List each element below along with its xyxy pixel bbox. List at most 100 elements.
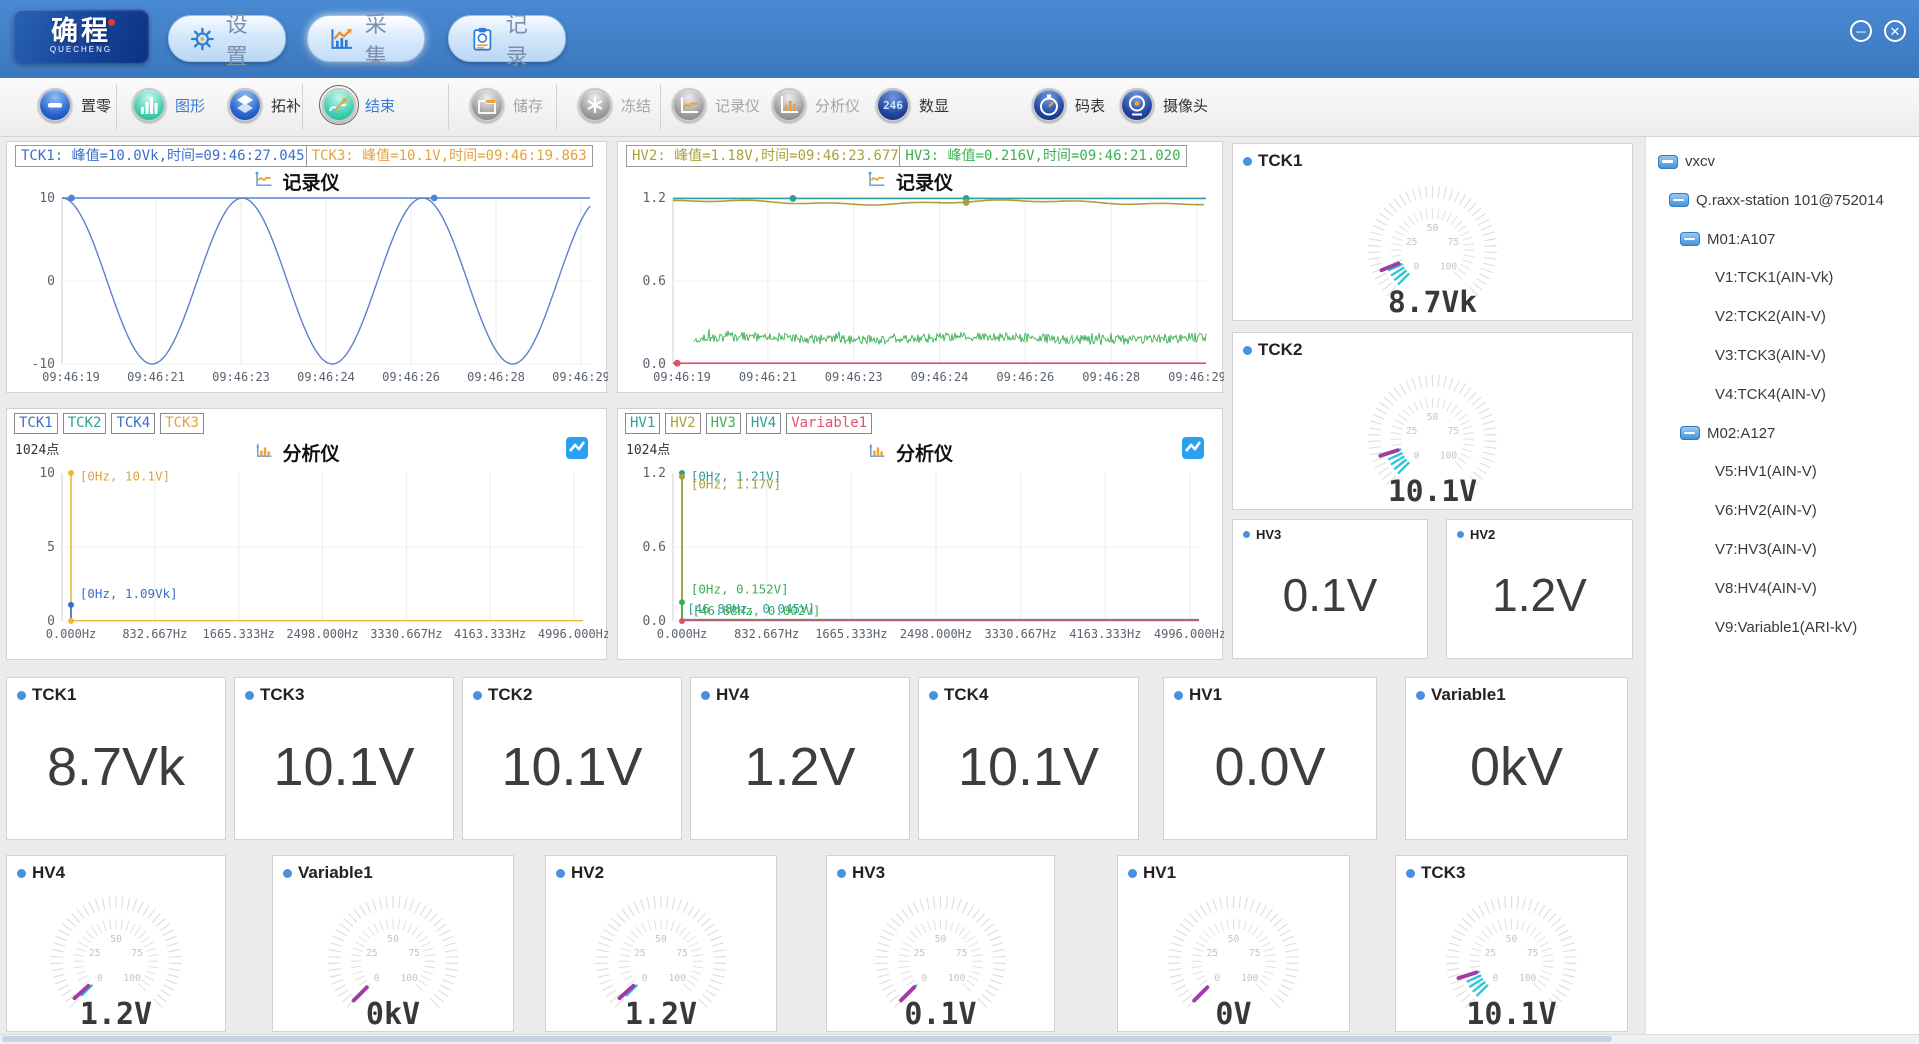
toolbar-item-stopwatch[interactable]: 码表	[1032, 88, 1105, 122]
acquire-button[interactable]: 采集	[307, 15, 425, 62]
gauge-panel-HV3: HV302550751000.1V	[826, 855, 1055, 1032]
svg-text:25: 25	[89, 948, 101, 959]
close-button[interactable]: ✕	[1884, 20, 1906, 42]
y-axis-label: 1.2	[643, 466, 666, 481]
chart-plot: 100-1009:46:1909:46:2109:46:2309:46:2409…	[7, 142, 608, 394]
spectrum-annotation: [46.88Hz, 0.002V]	[692, 603, 820, 618]
panel-channel-label-text: HV3	[1256, 527, 1281, 542]
logo-subtitle: QUECHENG	[50, 45, 112, 55]
toolbar-separator	[448, 84, 449, 130]
toolbar-item-graph[interactable]: 图形	[132, 88, 205, 122]
gauge-panel-TCK1: TCK102550751008.7Vk	[1232, 143, 1633, 321]
gauge-dial: 02550751000kV	[273, 880, 513, 1030]
spectrum-annotation: [0Hz, 10.1V]	[80, 468, 170, 483]
digital-value: 10.1V	[235, 736, 453, 798]
save-icon	[470, 88, 504, 122]
settings-button[interactable]: 设置	[168, 15, 286, 62]
tree-item-V6[interactable]: V6:HV2(AIN-V)	[1715, 502, 1817, 519]
digital-display-icon: 246	[878, 90, 908, 120]
record-clipboard-icon	[469, 24, 496, 54]
chart-plot: 1.20.60.00.000Hz832.667Hz1665.333Hz2498.…	[618, 409, 1224, 661]
tree-item-label: V2:TCK2(AIN-V)	[1715, 308, 1826, 325]
toolbar-item-camera[interactable]: 摄像头	[1120, 88, 1208, 122]
settings-button-label: 设置	[226, 7, 265, 71]
gauge-panel-HV2: HV202550751001.2V	[545, 855, 777, 1032]
tree-item-label: Q.raxx-station 101@752014	[1696, 192, 1884, 209]
toolbar-item-finish[interactable]: 结束	[322, 88, 395, 122]
tree-item-V8[interactable]: V8:HV4(AIN-V)	[1715, 580, 1817, 597]
x-axis-label: 0.000Hz	[46, 627, 97, 641]
x-axis-label: 0.000Hz	[657, 627, 708, 641]
panel-channel-label: TCK3	[245, 685, 304, 705]
digital-panel-Variable1: Variable10kV	[1405, 677, 1628, 840]
record-button-label: 记录	[506, 7, 545, 71]
svg-text:75: 75	[1249, 948, 1261, 959]
svg-text:75: 75	[1448, 426, 1460, 437]
x-axis-label: 09:46:28	[1082, 370, 1140, 384]
x-axis-label: 09:46:24	[297, 370, 355, 384]
digital-value: 10.1V	[463, 736, 681, 798]
svg-text:75: 75	[676, 948, 688, 959]
scrollbar-thumb[interactable]	[2, 1036, 1612, 1042]
digital-panel-TCK3: TCK3 10.1V	[234, 677, 454, 840]
toolbar-item-label: 结束	[365, 95, 395, 116]
panel-channel-label-text: TCK1	[32, 685, 76, 705]
panel-channel-label: TCK4	[929, 685, 988, 705]
digital-panel-HV4: HV41.2V	[690, 677, 910, 840]
bullet-icon	[556, 869, 565, 878]
toolbar-item-analyzer[interactable]: 分析仪	[772, 88, 860, 122]
x-axis-label: 09:46:28	[467, 370, 525, 384]
digital-panel-TCK1: TCK18.7Vk	[6, 677, 226, 840]
svg-text:50: 50	[655, 934, 667, 945]
tree-item-V5[interactable]: V5:HV1(AIN-V)	[1715, 463, 1817, 480]
gear-icon	[189, 24, 216, 54]
tree-item-V3[interactable]: V3:TCK3(AIN-V)	[1715, 347, 1826, 364]
toolbar-item-digital-display[interactable]: 246数显	[876, 88, 949, 122]
tree-item-M01[interactable]: M01:A107	[1680, 231, 1775, 248]
toolbar-item-zero[interactable]: 置零	[38, 88, 111, 122]
toolbar-item-label: 图形	[175, 95, 205, 116]
gauge-dial: 02550751000.1V	[827, 880, 1054, 1030]
tree-item-vxcv[interactable]: vxcv	[1658, 153, 1715, 170]
tree-collapse-icon[interactable]	[1680, 426, 1700, 440]
tree-collapse-icon[interactable]	[1669, 193, 1689, 207]
x-axis-label: 4996.000Hz	[1154, 627, 1224, 641]
panel-channel-label-text: HV2	[1470, 527, 1495, 542]
bullet-icon	[245, 691, 254, 700]
toolbar-item-save[interactable]: 储存	[470, 88, 543, 122]
minimize-button[interactable]: ─	[1850, 20, 1872, 42]
toolbar-item-label: 拓补	[271, 95, 301, 116]
graph-icon	[134, 90, 164, 120]
x-axis-label: 2498.000Hz	[286, 627, 358, 641]
svg-text:100: 100	[948, 973, 966, 984]
record-button[interactable]: 记录	[448, 15, 566, 62]
tree-item-M02[interactable]: M02:A127	[1680, 425, 1775, 442]
toolbar-item-topology[interactable]: 拓补	[228, 88, 301, 122]
toolbar-item-label: 置零	[81, 95, 111, 116]
tree-item-V4[interactable]: V4:TCK4(AIN-V)	[1715, 386, 1826, 403]
panel-channel-label: TCK1	[17, 685, 76, 705]
tree-item-V1[interactable]: V1:TCK1(AIN-Vk)	[1715, 269, 1833, 286]
tree-item-V9[interactable]: V9:Variable1(ARI-kV)	[1715, 619, 1857, 636]
tree-item-Q.raxx-station 101@752014[interactable]: Q.raxx-station 101@752014	[1669, 192, 1884, 209]
x-axis-label: 09:46:23	[212, 370, 270, 384]
x-axis-label: 09:46:26	[382, 370, 440, 384]
gauge-value: 0.1V	[904, 997, 976, 1030]
svg-text:100: 100	[400, 973, 418, 984]
tree-collapse-icon[interactable]	[1680, 232, 1700, 246]
tree-item-V2[interactable]: V2:TCK2(AIN-V)	[1715, 308, 1826, 325]
tree-collapse-icon[interactable]	[1658, 155, 1678, 169]
svg-text:25: 25	[1484, 948, 1496, 959]
toolbar-item-recorder[interactable]: 记录仪	[672, 88, 760, 122]
gauge-value: 10.1V	[1466, 997, 1556, 1030]
digital-display-icon: 246	[876, 88, 910, 122]
toolbar-separator	[116, 84, 117, 130]
svg-text:0: 0	[1414, 262, 1420, 273]
toolbar-separator	[660, 84, 661, 130]
svg-text:25: 25	[1406, 426, 1418, 437]
svg-text:75: 75	[956, 948, 968, 959]
digital-value: 0.0V	[1164, 736, 1376, 798]
svg-text:100: 100	[123, 973, 141, 984]
toolbar-item-freeze[interactable]: 冻结	[578, 88, 651, 122]
tree-item-V7[interactable]: V7:HV3(AIN-V)	[1715, 541, 1817, 558]
